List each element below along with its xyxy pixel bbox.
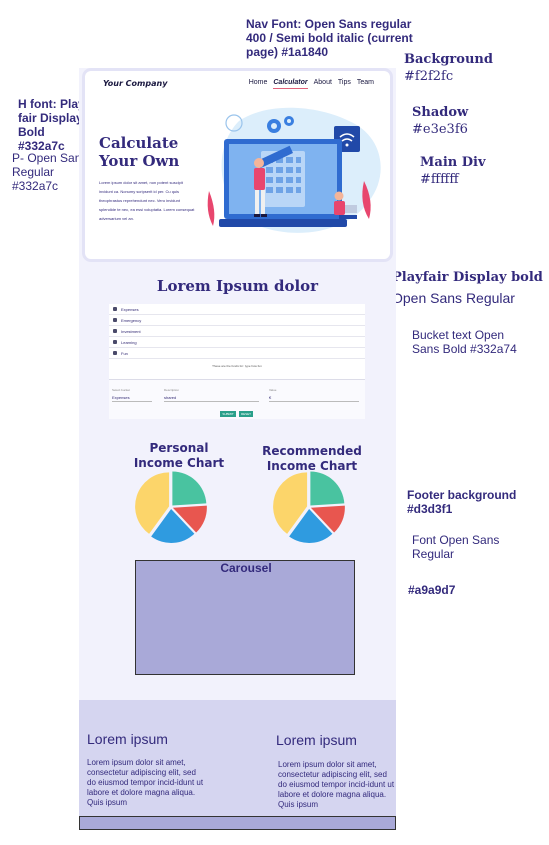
description-input[interactable]: Description shared [164,388,259,402]
gear-icon-small [284,116,294,126]
bucket-select[interactable]: Select bucket Expenses [112,388,152,402]
nav-home[interactable]: Home [249,79,268,89]
gear-icon [267,119,281,133]
shadow-note: Shadow [412,105,469,120]
background-note: Background [404,52,493,67]
footer-font-note: Font Open Sans Regular [412,533,500,561]
bucket-panel: Expenses Emergency Investment Learning F… [109,304,365,419]
bucket-row-expenses[interactable]: Expenses [109,304,365,315]
section-title: Lorem Ipsum dolor [156,277,319,295]
bucket-text-note: Bucket text Open Sans Bold #332a74 [412,328,517,356]
brand-logo[interactable]: Your Company [103,79,167,88]
footer-col2-title: Lorem ipsum [276,732,357,748]
wallet-icon [113,307,117,311]
reset-button[interactable]: RESET [239,411,253,417]
hero-text: Lorem ipsum dolor sit amet, non potent s… [99,180,195,221]
background-value: #f2f2fc [404,69,454,84]
main-nav: Home Calculator About Tips Team [249,79,374,89]
bucket-note: These are the funds for: type how fun [212,364,262,368]
value-input[interactable]: Value € [269,388,359,402]
nav-tips[interactable]: Tips [338,79,351,89]
bucket-row-investment[interactable]: Investment [109,326,365,337]
open-sans-note: Open Sans Regular [392,290,515,306]
footer-font-color-note: #a9a9d7 [408,583,456,597]
car-icon [113,351,117,355]
footer-col2-text: Lorem ipsum dolor sit amet, consectetur … [278,760,395,809]
personal-chart-title: Personal Income Chart [133,441,225,470]
bucket-form: Select bucket Expenses Description shared … [109,379,365,419]
submit-button[interactable]: SUBMIT [220,411,236,417]
nav-calculator[interactable]: Calculator [273,79,308,89]
carousel[interactable]: Carousel [135,560,355,675]
recommended-chart-title: Recommended Income Chart [262,444,362,473]
emergency-icon [113,318,117,322]
nav-team[interactable]: Team [357,79,374,89]
bucket-row-learning[interactable]: Learning [109,337,365,348]
recommended-income-pie [273,471,345,543]
carousel-title: Carousel [220,561,272,575]
main-div-value: #ffffff [420,172,459,187]
pie-slice [310,471,345,506]
footer-bar [79,816,396,830]
hero-title: Calculate Your Own [99,134,180,170]
bank-icon [113,329,117,333]
calculator-illustration [207,107,381,233]
shadow-value: #e3e3f6 [412,122,468,137]
footer: Lorem ipsum Lorem ipsum dolor sit amet, … [79,700,396,816]
personal-income-pie [135,471,207,543]
pie-slice [172,471,207,506]
playfair-note: Playfair Display bold [392,270,543,285]
footer-bg-note: Footer background #d3d3f1 [407,488,517,516]
nav-font-note: Nav Font: Open Sans regular 400 / Semi b… [246,17,413,59]
bucket-row-emergency[interactable]: Emergency [109,315,365,326]
main-div-note: Main Div [420,155,486,170]
book-icon [113,340,117,344]
footer-col1-title: Lorem ipsum [87,731,168,747]
bucket-row-fun[interactable]: Fun [109,348,365,359]
nav-about[interactable]: About [314,79,332,89]
footer-col1-text: Lorem ipsum dolor sit amet, consectetur … [87,758,204,807]
hero-card: Your Company Home Calculator About Tips … [85,71,390,259]
